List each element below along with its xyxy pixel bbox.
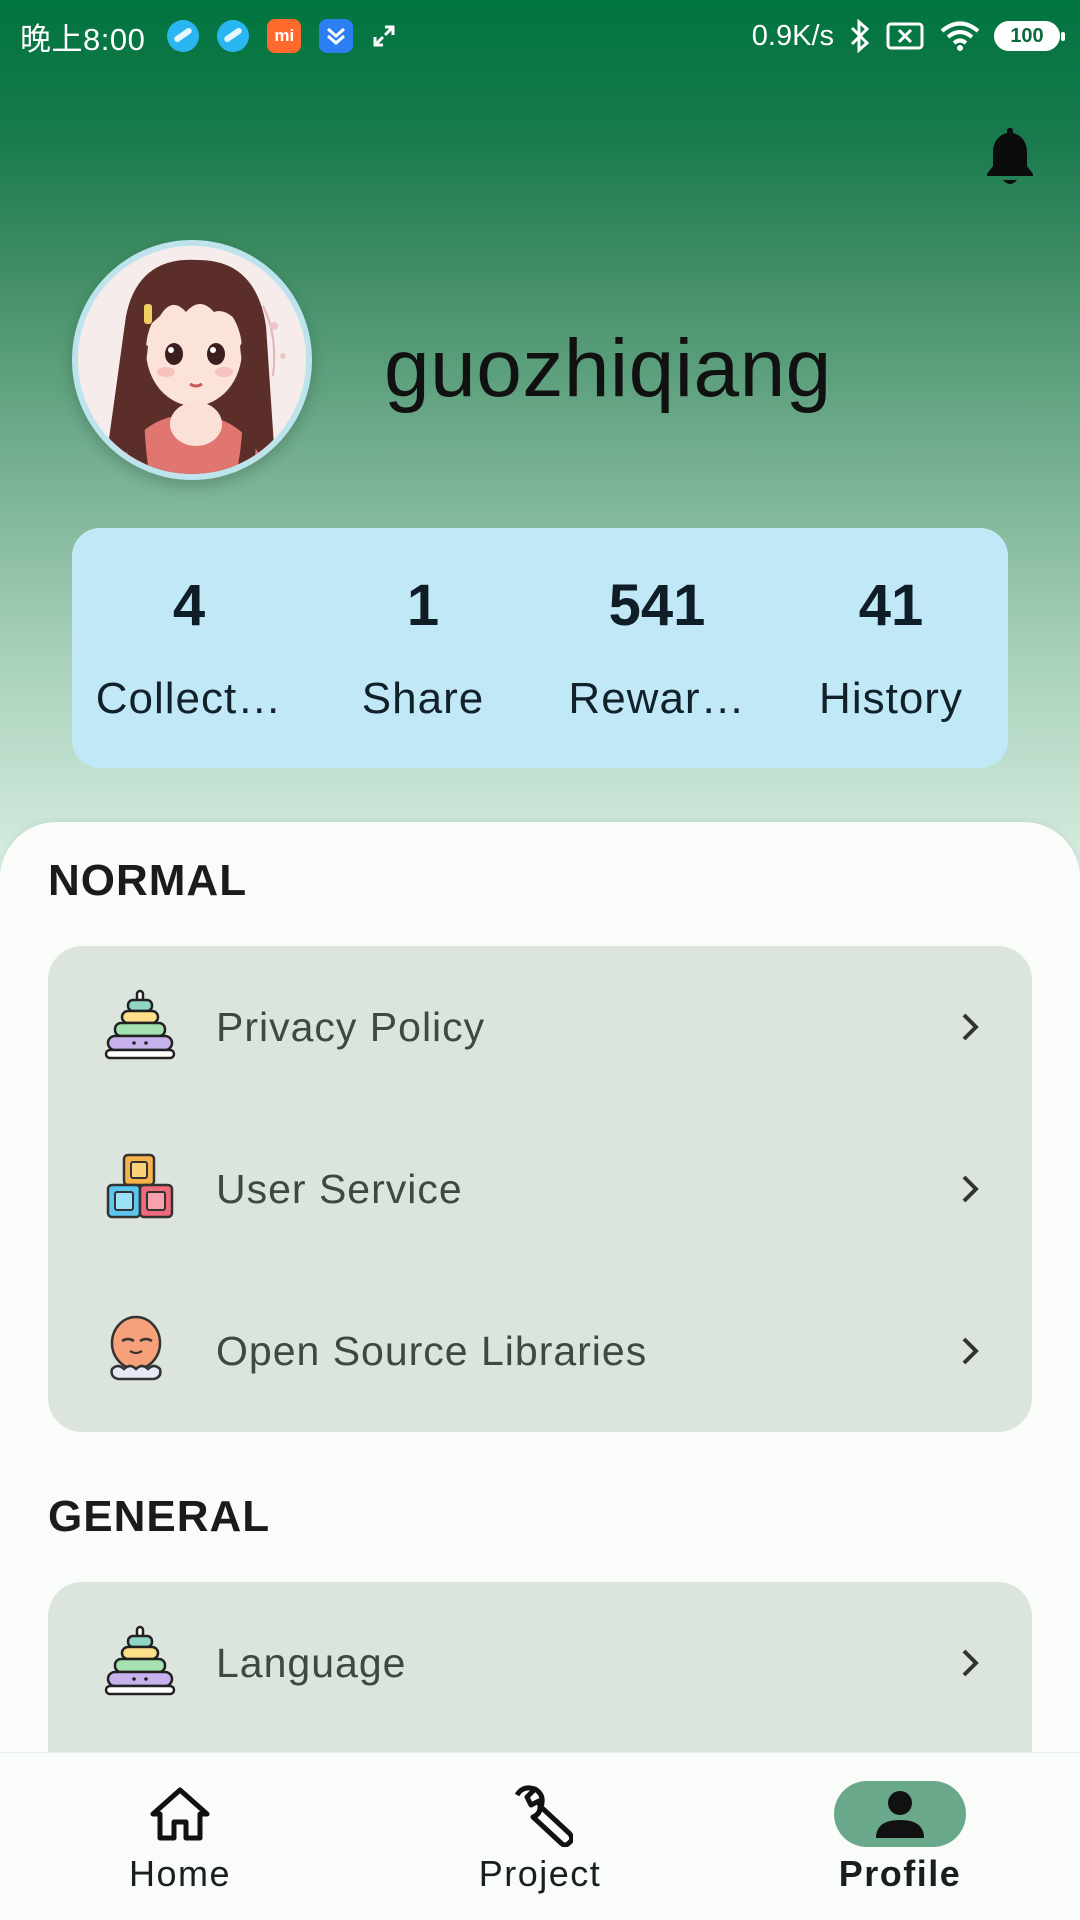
download-app-icon — [319, 19, 354, 53]
list-item-label: User Service — [216, 1165, 463, 1212]
home-icon — [150, 1787, 210, 1841]
list-item-label: Language — [216, 1639, 407, 1686]
nav-profile[interactable]: Profile — [720, 1753, 1080, 1920]
nav-project[interactable]: Project — [360, 1753, 720, 1920]
battery-indicator: 100 — [994, 21, 1065, 51]
nav-label: Profile — [838, 1853, 962, 1894]
stat-value: 4 — [172, 573, 206, 638]
expand-icon — [373, 25, 395, 47]
nav-label: Project — [478, 1853, 602, 1894]
system-status-icons: 0.9K/s 100 — [751, 19, 1065, 53]
list-item-label: Privacy Policy — [216, 1003, 486, 1050]
network-speed: 0.9K/s — [751, 19, 834, 52]
chevron-right-icon — [962, 1175, 979, 1203]
notification-bell-icon[interactable] — [982, 124, 1038, 188]
section-title-normal: NORMAL — [48, 856, 248, 905]
wifi-icon — [940, 21, 980, 51]
profile-screen: 晚上8:00 mi 0.9K/s 100 guozhiqiang 4 Colle… — [0, 0, 1080, 1920]
nav-profile-indicator — [834, 1781, 966, 1847]
stacking-rings-icon — [104, 1625, 176, 1696]
stat-label: Collect… — [95, 674, 283, 723]
nav-label: Home — [128, 1853, 232, 1894]
status-bar: 晚上8:00 mi 0.9K/s 100 — [0, 0, 1080, 72]
stat-value: 541 — [608, 573, 706, 638]
normal-settings-card: Privacy Policy User Service Open Source … — [48, 946, 1032, 1432]
nav-home[interactable]: Home — [0, 1753, 360, 1920]
stats-card: 4 Collect… 1 Share 541 Rewar… 41 History — [72, 528, 1008, 768]
stat-history[interactable]: 41 History — [774, 528, 1008, 768]
avatar-illustration — [78, 246, 306, 474]
chevron-right-icon — [962, 1649, 979, 1677]
browser-notification-icon — [167, 20, 200, 52]
section-title-general: GENERAL — [48, 1492, 271, 1541]
browser-notification-icon-2 — [217, 20, 250, 52]
stat-label: History — [819, 674, 963, 723]
nav-project-indicator — [474, 1781, 606, 1847]
avatar[interactable] — [72, 240, 312, 480]
notification-icons: mi — [167, 19, 397, 53]
list-item-open-source-libraries[interactable]: Open Source Libraries — [48, 1270, 1032, 1432]
octopus-icon — [110, 1315, 162, 1381]
list-item-language[interactable]: Language — [48, 1582, 1032, 1744]
chevron-right-icon — [962, 1013, 979, 1041]
person-icon — [876, 1791, 924, 1838]
stat-label: Share — [361, 674, 485, 723]
nav-home-indicator — [114, 1781, 246, 1847]
status-time: 晚上8:00 — [20, 21, 146, 57]
stat-collect[interactable]: 4 Collect… — [72, 528, 306, 768]
username: guozhiqiang — [384, 323, 832, 414]
stat-label: Rewar… — [568, 674, 746, 723]
stat-value: 1 — [406, 573, 440, 638]
list-item-label: Open Source Libraries — [216, 1327, 648, 1374]
wrench-icon — [514, 1785, 573, 1847]
bluetooth-icon — [850, 19, 870, 53]
list-item-user-service[interactable]: User Service — [48, 1108, 1032, 1270]
bottom-navigation: Home Project Profile — [0, 1752, 1080, 1920]
stat-share[interactable]: 1 Share — [306, 528, 540, 768]
chevron-right-icon — [962, 1337, 979, 1365]
sim-off-icon — [886, 22, 924, 50]
list-item-privacy-policy[interactable]: Privacy Policy — [48, 946, 1032, 1108]
blocks-icon — [106, 1153, 174, 1219]
mi-app-icon: mi — [267, 19, 302, 53]
stat-value: 41 — [858, 573, 924, 638]
stat-reward[interactable]: 541 Rewar… — [540, 528, 774, 768]
stacking-rings-icon — [104, 989, 176, 1060]
